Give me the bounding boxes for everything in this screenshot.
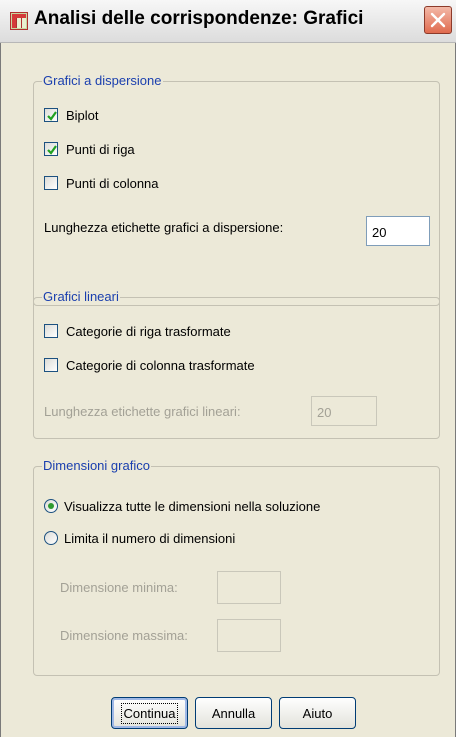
- column-points-checkbox[interactable]: [44, 176, 58, 190]
- line-plots-group: Grafici lineari Categorie di riga trasfo…: [33, 289, 440, 439]
- checkmark-icon: [47, 145, 57, 155]
- scatter-label-length-label: Lunghezza etichette grafici a dispersion…: [44, 219, 284, 235]
- column-categories-label: Categorie di colonna trasformate: [66, 357, 255, 373]
- column-categories-checkbox-row[interactable]: Categorie di colonna trasformate: [44, 356, 255, 374]
- column-categories-checkbox[interactable]: [44, 358, 58, 372]
- biplot-label: Biplot: [66, 107, 99, 123]
- min-dimension-input: [217, 571, 281, 604]
- row-categories-label: Categorie di riga trasformate: [66, 323, 231, 339]
- close-button[interactable]: [424, 6, 452, 34]
- help-button-label: Aiuto: [302, 705, 333, 721]
- show-all-dimensions-label: Visualizza tutte le dimensioni nella sol…: [64, 498, 321, 514]
- show-all-dimensions-radio-row[interactable]: Visualizza tutte le dimensioni nella sol…: [44, 497, 320, 515]
- cancel-button[interactable]: Annulla: [195, 697, 272, 729]
- checkmark-icon: [47, 111, 57, 121]
- restrict-dimensions-radio[interactable]: [44, 531, 58, 545]
- plot-dimensions-group: Dimensioni grafico Visualizza tutte le d…: [33, 458, 440, 676]
- cancel-button-label: Annulla: [211, 705, 256, 721]
- scatter-label-length-input[interactable]: 20: [366, 216, 430, 246]
- spss-dialog-icon: [10, 12, 28, 30]
- row-points-label: Punti di riga: [66, 141, 135, 157]
- show-all-dimensions-radio[interactable]: [44, 499, 58, 513]
- max-dimension-label: Dimensione massima:: [60, 627, 188, 643]
- scatter-plots-group: Grafici a dispersione Biplot Punti di ri…: [33, 73, 440, 306]
- scatter-plots-legend: Grafici a dispersione: [42, 73, 163, 88]
- line-label-length-label: Lunghezza etichette grafici lineari:: [44, 403, 241, 419]
- row-categories-checkbox[interactable]: [44, 324, 58, 338]
- continue-button-label: Continua: [121, 702, 178, 724]
- biplot-checkbox[interactable]: [44, 108, 58, 122]
- title-bar[interactable]: Analisi delle corrispondenze: Grafici: [0, 0, 456, 43]
- biplot-checkbox-row[interactable]: Biplot: [44, 106, 99, 124]
- dialog-body: Grafici a dispersione Biplot Punti di ri…: [9, 43, 448, 737]
- row-categories-checkbox-row[interactable]: Categorie di riga trasformate: [44, 322, 231, 340]
- restrict-dimensions-label: Limita il numero di dimensioni: [64, 530, 236, 546]
- window-title: Analisi delle corrispondenze: Grafici: [34, 8, 364, 29]
- line-plots-legend: Grafici lineari: [42, 289, 120, 304]
- min-dimension-label: Dimensione minima:: [60, 579, 178, 595]
- window-left-border: [0, 42, 1, 737]
- restrict-dimensions-radio-row[interactable]: Limita il numero di dimensioni: [44, 529, 235, 547]
- column-points-checkbox-row[interactable]: Punti di colonna: [44, 174, 159, 192]
- continue-button[interactable]: Continua: [111, 697, 188, 729]
- row-points-checkbox[interactable]: [44, 142, 58, 156]
- row-points-checkbox-row[interactable]: Punti di riga: [44, 140, 135, 158]
- plot-dimensions-legend: Dimensioni grafico: [42, 458, 151, 473]
- max-dimension-input: [217, 619, 281, 652]
- column-points-label: Punti di colonna: [66, 175, 159, 191]
- line-label-length-input: 20: [311, 396, 377, 426]
- help-button[interactable]: Aiuto: [279, 697, 356, 729]
- close-icon: [430, 12, 446, 28]
